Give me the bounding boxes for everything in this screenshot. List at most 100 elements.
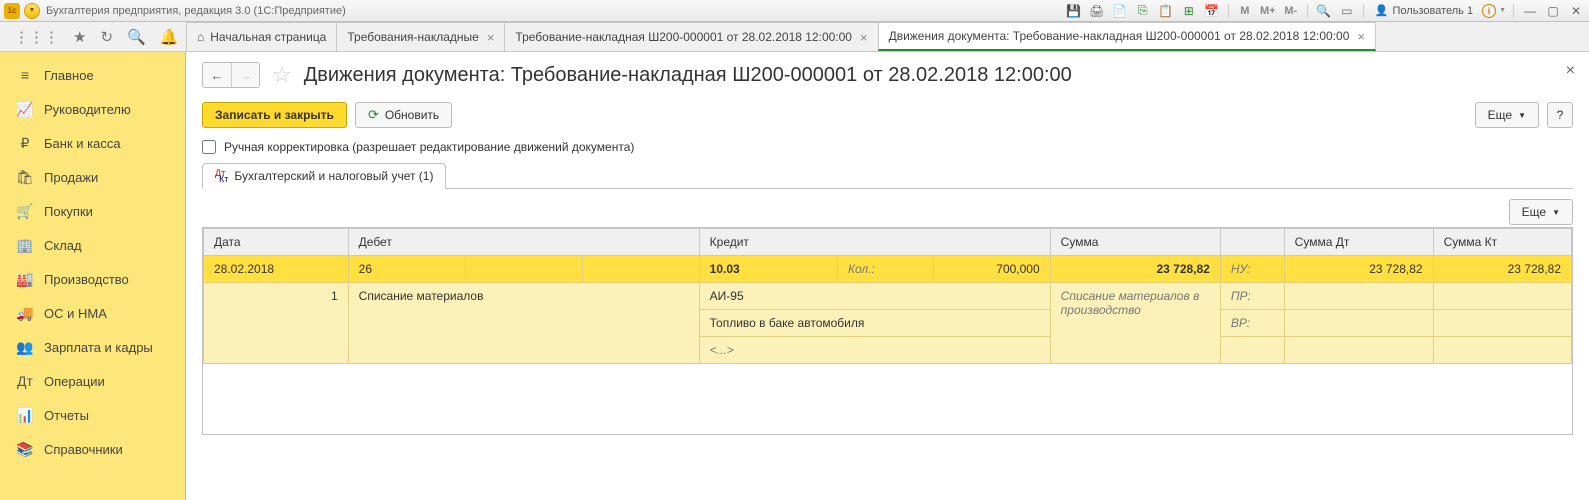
sidebar-icon: 📈 bbox=[16, 101, 34, 118]
sidebar-label: Производство bbox=[44, 272, 129, 287]
sidebar-item-11[interactable]: 📚Справочники bbox=[0, 432, 185, 466]
apps-grid-icon[interactable]: ⋮⋮⋮ bbox=[14, 28, 59, 46]
refresh-icon: ⟳ bbox=[368, 107, 379, 123]
close-page-button[interactable]: × bbox=[1566, 62, 1575, 80]
close-button[interactable]: ✕ bbox=[1567, 2, 1585, 20]
refresh-label: Обновить bbox=[385, 108, 439, 122]
sidebar-icon: 🛍 bbox=[16, 169, 34, 186]
tab-close-icon[interactable]: × bbox=[487, 30, 495, 45]
sub-tab-accounting[interactable]: ДтКт Бухгалтерский и налоговый учет (1) bbox=[202, 163, 446, 189]
history-icon[interactable]: ↻ bbox=[100, 28, 113, 46]
tab-0[interactable]: ⌂Начальная страница bbox=[186, 22, 337, 51]
nav-forward-button[interactable]: → bbox=[231, 63, 259, 87]
sidebar-item-7[interactable]: 🚚 ОС и НМА bbox=[0, 296, 185, 330]
maximize-button[interactable]: ▢ bbox=[1544, 2, 1562, 20]
table-row[interactable]: 1 Списание материалов АИ-95 Списание мат… bbox=[204, 283, 1572, 310]
user-menu[interactable]: 👤 Пользователь 1 bbox=[1371, 4, 1477, 17]
calendar-icon[interactable]: 📅 bbox=[1203, 2, 1221, 20]
window-list-icon[interactable]: ▭ bbox=[1338, 2, 1356, 20]
cell-tag: НУ: bbox=[1220, 256, 1284, 283]
grid-more-button[interactable]: Еще ▼ bbox=[1509, 199, 1573, 225]
app-menu-dropdown[interactable]: ▼ bbox=[24, 3, 40, 19]
more-label: Еще bbox=[1488, 108, 1512, 122]
col-sum-kt[interactable]: Сумма Кт bbox=[1433, 229, 1571, 256]
sidebar-label: Зарплата и кадры bbox=[44, 340, 153, 355]
cell-sum-kt: 23 728,82 bbox=[1433, 256, 1571, 283]
print-icon[interactable]: 🖨 bbox=[1088, 2, 1106, 20]
sidebar-item-2[interactable]: ₽ Банк и касса bbox=[0, 126, 185, 160]
manual-edit-checkbox[interactable] bbox=[202, 140, 216, 154]
tab-1[interactable]: Требования-накладные× bbox=[336, 22, 505, 51]
action-toolbar: Записать и закрыть ⟳ Обновить Еще ▼ ? bbox=[202, 102, 1573, 128]
cell-qty-label: Кол.: bbox=[837, 256, 933, 283]
compare-icon[interactable]: ⎘ bbox=[1134, 2, 1152, 20]
tab-bar: ⋮⋮⋮ ★ ↻ 🔍 🔔 ⌂Начальная страницаТребовани… bbox=[0, 22, 1589, 52]
tab-close-icon[interactable]: × bbox=[1357, 29, 1365, 44]
sidebar-item-1[interactable]: 📈Руководителю bbox=[0, 92, 185, 126]
title-bar: 1c ▼ Бухгалтерия предприятия, редакция 3… bbox=[0, 0, 1589, 22]
sidebar-label: ОС и НМА bbox=[44, 306, 107, 321]
refresh-button[interactable]: ⟳ Обновить bbox=[355, 102, 452, 128]
sidebar-item-0[interactable]: ≡Главное bbox=[0, 58, 185, 92]
bell-icon[interactable]: 🔔 bbox=[160, 28, 179, 46]
document-icon[interactable]: 📄 bbox=[1111, 2, 1129, 20]
sidebar-icon: ₽ bbox=[16, 135, 34, 152]
cell bbox=[1284, 310, 1433, 337]
more-button[interactable]: Еще ▼ bbox=[1475, 102, 1539, 128]
sidebar-label: Банк и касса bbox=[44, 136, 121, 151]
memory-mminus-button[interactable]: M- bbox=[1282, 2, 1300, 20]
table-row[interactable]: 28.02.2018 26 10.03 Кол.: 700,000 23 728… bbox=[204, 256, 1572, 283]
sidebar-icon: 📊 bbox=[16, 407, 34, 424]
sidebar-item-3[interactable]: 🛍 Продажи bbox=[0, 160, 185, 194]
col-debit[interactable]: Дебет bbox=[348, 229, 699, 256]
info-icon[interactable]: i bbox=[1482, 4, 1496, 18]
cell-n: 1 bbox=[204, 283, 349, 364]
col-sum-dt[interactable]: Сумма Дт bbox=[1284, 229, 1433, 256]
minimize-button[interactable]: — bbox=[1521, 2, 1539, 20]
search-icon[interactable]: 🔍 bbox=[127, 28, 146, 46]
cell bbox=[465, 256, 582, 283]
sidebar-item-5[interactable]: 🏢Склад bbox=[0, 228, 185, 262]
memory-mplus-button[interactable]: M+ bbox=[1259, 2, 1277, 20]
calculator-icon[interactable]: ⊞ bbox=[1180, 2, 1198, 20]
save-disk-icon[interactable]: 💾 bbox=[1065, 2, 1083, 20]
nav-back-button[interactable]: ← bbox=[203, 63, 231, 87]
manual-edit-label: Ручная корректировка (разрешает редактир… bbox=[224, 140, 634, 154]
sidebar-item-4[interactable]: 🛒 Покупки bbox=[0, 194, 185, 228]
sidebar-label: Продажи bbox=[44, 170, 98, 185]
memory-m-button[interactable]: M bbox=[1236, 2, 1254, 20]
sidebar-label: Покупки bbox=[44, 204, 93, 219]
app-logo-icon: 1c bbox=[4, 3, 20, 19]
tab-label: Требование-накладная Ш200-000001 от 28.0… bbox=[515, 30, 852, 44]
col-sum[interactable]: Сумма bbox=[1050, 229, 1220, 256]
favorite-star-icon[interactable]: ★ bbox=[73, 28, 86, 46]
grid-empty-space bbox=[203, 364, 1572, 434]
sidebar-item-10[interactable]: 📊Отчеты bbox=[0, 398, 185, 432]
sidebar-icon: 🏭 bbox=[16, 271, 34, 288]
col-credit[interactable]: Кредит bbox=[699, 229, 1050, 256]
tab-label: Движения документа: Требование-накладная… bbox=[889, 29, 1350, 43]
app-title: Бухгалтерия предприятия, редакция 3.0 (1… bbox=[46, 5, 346, 17]
col-date[interactable]: Дата bbox=[204, 229, 349, 256]
zoom-icon[interactable]: 🔍 bbox=[1315, 2, 1333, 20]
tab-2[interactable]: Требование-накладная Ш200-000001 от 28.0… bbox=[504, 22, 878, 51]
sidebar-item-9[interactable]: ДтОперации bbox=[0, 364, 185, 398]
sidebar-item-8[interactable]: 👥Зарплата и кадры bbox=[0, 330, 185, 364]
save-and-close-button[interactable]: Записать и закрыть bbox=[202, 102, 347, 128]
col-tag[interactable] bbox=[1220, 229, 1284, 256]
tab-close-icon[interactable]: × bbox=[860, 30, 868, 45]
sidebar-icon: 🛒 bbox=[16, 203, 34, 220]
cell-tag: ПР: bbox=[1220, 283, 1284, 310]
tab-3[interactable]: Движения документа: Требование-накладная… bbox=[878, 22, 1376, 51]
cell bbox=[1284, 283, 1433, 310]
sidebar-icon: 🚚 bbox=[16, 305, 34, 322]
favorite-toggle-icon[interactable]: ☆ bbox=[272, 62, 292, 88]
sidebar-item-6[interactable]: 🏭 Производство bbox=[0, 262, 185, 296]
sidebar-icon: Дт bbox=[16, 373, 34, 389]
info-dropdown-icon[interactable]: ▼ bbox=[1499, 7, 1506, 14]
help-button[interactable]: ? bbox=[1547, 102, 1573, 128]
movements-grid: Дата Дебет Кредит Сумма Сумма Дт Сумма К… bbox=[202, 227, 1573, 435]
clipboard-icon[interactable]: 📋 bbox=[1157, 2, 1175, 20]
cell-credit-desc: АИ-95 bbox=[699, 283, 1050, 310]
cell-debit-desc: Списание материалов bbox=[348, 283, 699, 364]
